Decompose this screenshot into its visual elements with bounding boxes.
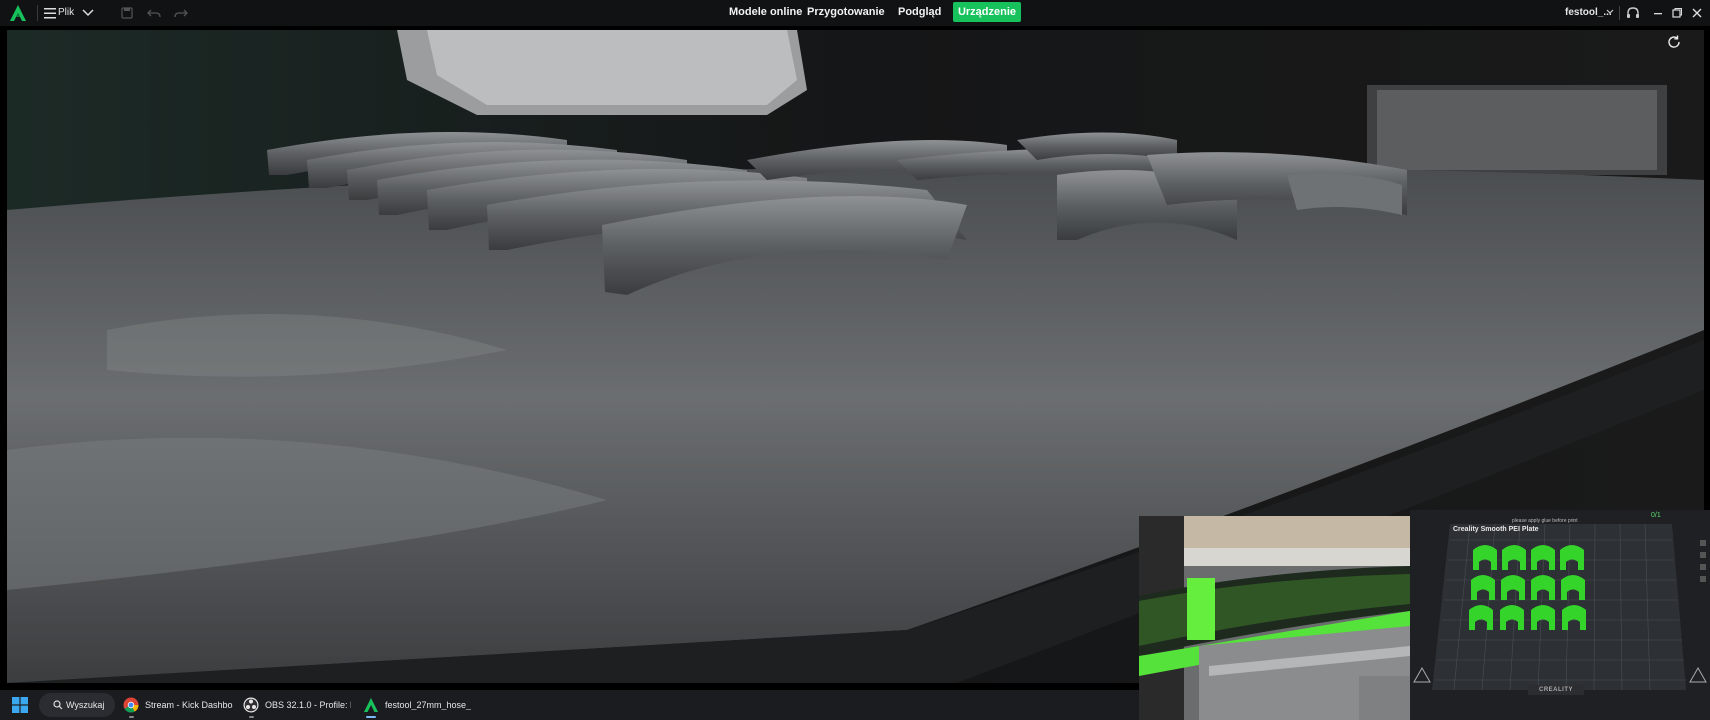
tab-prepare[interactable]: Przygotowanie: [807, 6, 885, 18]
plate-name: Creality Smooth PEI Plate: [1453, 526, 1539, 533]
save-icon[interactable]: [121, 7, 133, 19]
plate-counter: 0/1: [1651, 512, 1661, 519]
running-indicator: [249, 716, 254, 718]
creality-print-logo-icon: [10, 5, 26, 21]
obs-icon: [243, 697, 259, 713]
tab-device[interactable]: Urządzenie: [953, 2, 1021, 22]
creality-brand: CREALITY: [1528, 685, 1584, 695]
windows-start-icon[interactable]: [12, 697, 28, 713]
minimize-icon[interactable]: [1652, 7, 1664, 19]
tab-preview[interactable]: Podgląd: [898, 6, 941, 18]
close-icon[interactable]: [1691, 7, 1703, 19]
taskbar-item-obs[interactable]: OBS 32.1.0 - Profile: Bez: [243, 693, 351, 718]
title-divider: [37, 5, 38, 21]
running-indicator: [129, 716, 134, 718]
hamburger-menu-icon[interactable]: [44, 5, 56, 21]
creality-print-icon: [364, 698, 378, 712]
plate-preview-overlay: please apply glue before print Creality …: [1410, 510, 1710, 720]
taskbar-item-label: OBS 32.1.0 - Profile: Bez: [265, 700, 351, 710]
plate-hint: please apply glue before print: [1512, 518, 1578, 524]
headset-icon[interactable]: [1625, 5, 1641, 21]
webcam-overlay: [1139, 516, 1410, 720]
chevron-down-icon[interactable]: [82, 7, 94, 19]
taskbar-item-label: Stream - Kick Dashboan: [145, 700, 233, 710]
tab-online-models[interactable]: Modele online: [729, 6, 802, 18]
title-bar: Plik Modele online Przygotowanie Podgląd…: [0, 0, 1710, 26]
taskbar-item-label: festool_27mm_hose_cab: [385, 700, 471, 710]
chrome-icon: [123, 697, 139, 713]
redo-icon[interactable]: [174, 7, 188, 19]
webcam-image: [1139, 516, 1410, 720]
taskbar-item-chrome[interactable]: Stream - Kick Dashboan: [123, 693, 233, 718]
file-chevron-icon[interactable]: [1605, 7, 1615, 17]
search-icon: [53, 700, 63, 710]
refresh-icon[interactable]: [1666, 34, 1682, 50]
title-divider-right: [1619, 6, 1620, 20]
file-menu-label[interactable]: Plik: [58, 7, 74, 18]
active-indicator: [366, 716, 376, 718]
maximize-icon[interactable]: [1671, 7, 1683, 19]
search-label: Wyszukaj: [66, 700, 105, 710]
undo-icon[interactable]: [147, 7, 161, 19]
windows-taskbar: Wyszukaj Stream - Kick Dashboan OBS 32.1…: [0, 690, 1139, 720]
taskbar-item-creality-print[interactable]: festool_27mm_hose_cab: [363, 693, 471, 718]
taskbar-search[interactable]: Wyszukaj: [39, 693, 115, 717]
